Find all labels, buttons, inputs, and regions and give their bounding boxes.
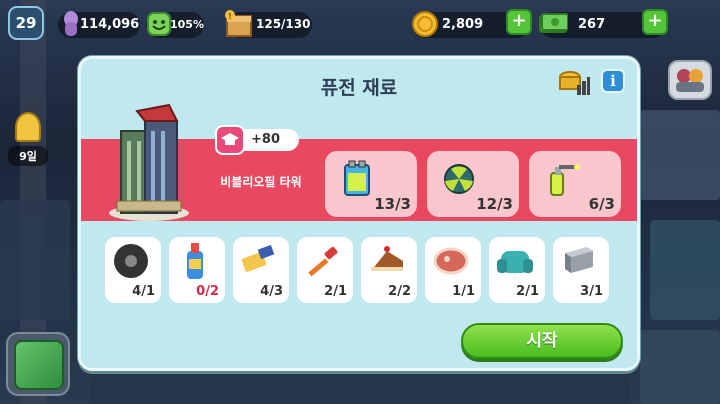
city-building <box>640 110 720 200</box>
coin-stack-icon <box>559 71 590 95</box>
material-card[interactable]: 4/3 <box>233 237 289 303</box>
radiation-ball-icon <box>439 157 479 197</box>
level-badge[interactable]: 29 <box>8 6 44 40</box>
inventory-button[interactable] <box>6 332 70 396</box>
armchair-icon <box>493 241 537 281</box>
start-button[interactable]: 시작 <box>461 323 623 359</box>
blowtorch-icon <box>541 157 581 197</box>
battery-icon <box>337 157 377 197</box>
storage-counter[interactable]: ! 125/130 <box>225 10 312 38</box>
info-button[interactable]: i <box>601 69 625 93</box>
material-count: 13/3 <box>374 195 411 213</box>
main-material-card[interactable]: 12/3 <box>427 151 519 217</box>
add-coins-button[interactable]: + <box>506 9 532 35</box>
storage-box-icon: ! <box>222 7 256 41</box>
material-count: 2/2 <box>388 284 411 299</box>
material-count: 6/3 <box>588 195 615 213</box>
cash-icon <box>536 7 570 41</box>
gift-box-icon <box>14 340 64 390</box>
material-card[interactable]: 4/1 <box>105 237 161 303</box>
material-count: 2/1 <box>516 284 539 299</box>
brush-icon <box>237 241 281 281</box>
space-needle-icon <box>15 112 41 142</box>
xp-value: +80 <box>251 132 280 147</box>
material-count: 4/3 <box>260 284 283 299</box>
material-count: 2/1 <box>324 284 347 299</box>
main-material-card[interactable]: 6/3 <box>529 151 621 217</box>
coin-icon <box>408 7 442 41</box>
add-cash-button[interactable]: + <box>642 9 668 35</box>
material-card[interactable]: 0/2 <box>169 237 225 303</box>
material-card[interactable]: 1/1 <box>425 237 481 303</box>
material-count: 4/1 <box>132 284 155 299</box>
city-building <box>640 330 720 404</box>
material-count: 1/1 <box>452 284 475 299</box>
tire-icon <box>109 241 153 281</box>
graduation-cap-icon <box>215 125 245 155</box>
happiness-value: 105% <box>170 18 204 31</box>
material-card[interactable]: 2/1 <box>489 237 545 303</box>
material-count: 12/3 <box>476 195 513 213</box>
top-hud: 29 114,096 105% ! 125/130 2,809 + 267 + <box>0 4 720 40</box>
fusion-materials-dialog: 퓨전 재료 i +80 비블리오필 타워 13/3 12/3 6/3 4/1 0… <box>78 56 640 371</box>
material-card[interactable]: 3/1 <box>553 237 609 303</box>
glue-bottle-icon <box>173 241 217 281</box>
population-counter[interactable]: 114,096 <box>58 11 140 38</box>
steel-beam-icon <box>557 241 601 281</box>
event-timer[interactable]: 9일 <box>8 112 48 172</box>
material-count: 3/1 <box>580 284 603 299</box>
xp-reward: +80 <box>215 125 299 155</box>
main-material-card[interactable]: 13/3 <box>325 151 417 217</box>
population-value: 114,096 <box>80 17 140 32</box>
cash-counter[interactable]: 267 + <box>539 9 668 38</box>
cake-icon <box>365 241 409 281</box>
coin-stack-button[interactable] <box>557 69 591 97</box>
cash-value: 267 <box>578 17 606 32</box>
happiness-counter[interactable]: 105% <box>146 12 204 38</box>
city-building <box>650 220 720 320</box>
screwdriver-icon <box>301 241 345 281</box>
coins-value: 2,809 <box>442 17 484 32</box>
material-count: 0/2 <box>196 284 219 299</box>
citizens-button[interactable] <box>668 60 712 100</box>
dialog-title: 퓨전 재료 <box>320 77 398 99</box>
tower-building-icon <box>107 97 191 223</box>
steak-icon <box>429 241 473 281</box>
material-card[interactable]: 2/2 <box>361 237 417 303</box>
citizens-icon <box>676 69 704 92</box>
svg-text:!: ! <box>228 12 232 21</box>
coins-counter[interactable]: 2,809 + <box>412 9 532 38</box>
storage-value: 125/130 <box>256 17 311 31</box>
city-street <box>90 372 630 404</box>
building-name: 비블리오필 타워 <box>220 175 302 189</box>
city-block <box>0 200 70 320</box>
event-days: 9일 <box>8 146 48 166</box>
material-card[interactable]: 2/1 <box>297 237 353 303</box>
